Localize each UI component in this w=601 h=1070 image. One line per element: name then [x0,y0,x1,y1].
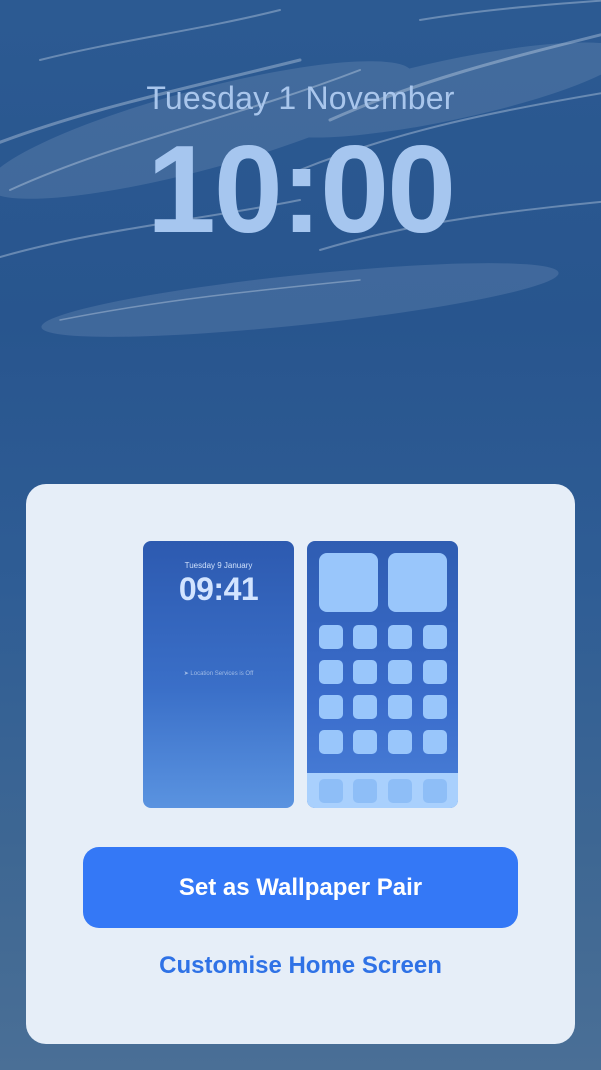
app-icon-placeholder [319,625,343,649]
dock-icon-placeholder [388,779,412,803]
preview-time: 09:41 [178,571,259,607]
app-icon-placeholder [388,625,412,649]
app-icon-placeholder [353,695,377,719]
dock-icon-placeholder [319,779,343,803]
app-icon-placeholder [319,695,343,719]
location-arrow-icon: ➤ [183,671,189,677]
lock-screen-date: Tuesday 1 November [146,80,455,116]
widget-placeholder [319,553,378,612]
dock-icon-placeholder [353,779,377,803]
home-screen-preview [307,541,458,808]
app-icon-placeholder [423,730,447,754]
preview-location-note: ➤ Location Services is Off [143,670,294,677]
location-note-label: Location Services is Off [190,671,254,677]
app-icon-placeholder [388,730,412,754]
lock-screen-preview: Tuesday 9 January 09:41 ➤ Location Servi… [143,541,294,808]
customise-home-screen-link[interactable]: Customise Home Screen [26,952,575,980]
app-icon-placeholder [388,695,412,719]
app-icon-placeholder [353,625,377,649]
app-icon-placeholder [423,660,447,684]
dock-preview [307,773,458,808]
app-icon-placeholder [319,660,343,684]
app-icon-placeholder [353,660,377,684]
app-icon-placeholder [388,660,412,684]
wallpaper-pair-sheet: Tuesday 9 January 09:41 ➤ Location Servi… [26,484,575,1044]
app-icon-placeholder [423,625,447,649]
app-icon-placeholder [423,695,447,719]
set-as-wallpaper-pair-button[interactable]: Set as Wallpaper Pair [83,847,518,928]
widget-placeholder [388,553,447,612]
dock-icon-placeholder [423,779,447,803]
app-icon-placeholder [353,730,377,754]
preview-date: Tuesday 9 January [184,561,253,570]
lock-screen-time: 10:00 [146,121,456,259]
app-icon-placeholder [319,730,343,754]
